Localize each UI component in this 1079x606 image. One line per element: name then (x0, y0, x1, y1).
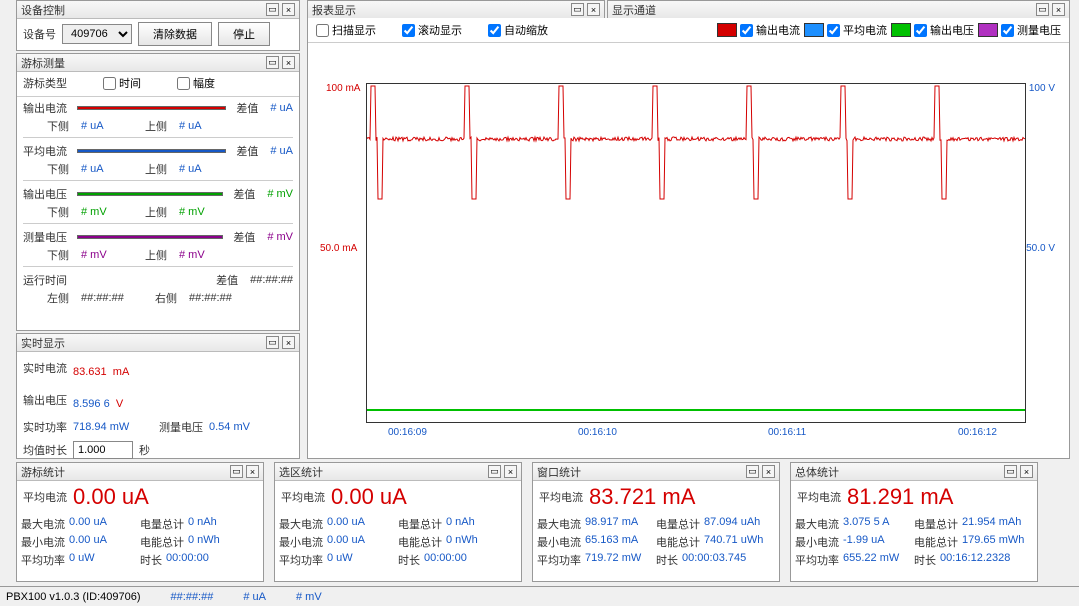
rt-power-value: 718.94 mW (73, 421, 153, 433)
panel-title-stat-1: 选区统计 (279, 464, 323, 480)
stat-avg-current-1: 0.00 uA (331, 484, 407, 510)
rt-mv-value: 0.54 mV (209, 421, 250, 433)
panel-title-chart: 报表显示 (312, 2, 356, 18)
stat-avg-current-3: 81.291 mA (847, 484, 953, 510)
time-checkbox[interactable]: 时间 (103, 75, 141, 91)
legend-输出电流[interactable]: 输出电流 (717, 22, 800, 38)
amp-checkbox[interactable]: 幅度 (177, 75, 215, 91)
status-bar: PBX100 v1.0.3 (ID:409706) ##:##:## # uA … (0, 586, 1079, 606)
auto-checkbox[interactable]: 自动缩放 (488, 22, 548, 38)
chart-plot[interactable] (366, 83, 1026, 423)
restore-icon[interactable]: ▭ (1036, 3, 1049, 16)
close-icon[interactable]: × (282, 3, 295, 16)
scan-checkbox[interactable]: 扫描显示 (316, 22, 376, 38)
close-icon[interactable]: × (282, 56, 295, 69)
restore-icon[interactable]: ▭ (266, 3, 279, 16)
legend-输出电压[interactable]: 输出电压 (891, 22, 974, 38)
close-icon[interactable]: × (246, 465, 259, 478)
status-mv: # mV (296, 591, 322, 603)
stat-avg-current-0: 0.00 uA (73, 484, 149, 510)
rt-current-value: 83.631 mA (73, 355, 129, 381)
restore-icon[interactable]: ▭ (488, 465, 501, 478)
close-icon[interactable]: × (762, 465, 775, 478)
stop-button[interactable]: 停止 (218, 22, 270, 46)
device-id-select[interactable]: 409706 (62, 24, 132, 44)
rt-mv-label: 测量电压 (159, 419, 203, 435)
scroll-checkbox[interactable]: 滚动显示 (402, 22, 462, 38)
panel-title-realtime: 实时显示 (21, 335, 65, 351)
panel-title-cursor: 游标测量 (21, 55, 65, 71)
y1-top: 100 mA (326, 83, 360, 94)
stat-avg-current-2: 83.721 mA (589, 484, 695, 510)
restore-icon[interactable]: ▭ (1004, 465, 1017, 478)
panel-title-device: 设备控制 (21, 2, 65, 18)
y2-mid: 50.0 V (1026, 243, 1055, 254)
device-id-label: 设备号 (23, 26, 56, 42)
close-icon[interactable]: × (282, 336, 295, 349)
panel-title-stat-2: 窗口统计 (537, 464, 581, 480)
cursor-type-label: 游标类型 (23, 75, 67, 91)
rt-power-label: 实时功率 (23, 419, 67, 435)
close-icon[interactable]: × (1052, 3, 1065, 16)
restore-icon[interactable]: ▭ (746, 465, 759, 478)
close-icon[interactable]: × (1020, 465, 1033, 478)
avg-duration-label: 均值时长 (23, 442, 67, 458)
restore-icon[interactable]: ▭ (266, 56, 279, 69)
panel-title-channels: 显示通道 (612, 2, 656, 18)
panel-title-stat-0: 游标统计 (21, 464, 65, 480)
runtime-label: 运行时间 (23, 272, 83, 288)
restore-icon[interactable]: ▭ (571, 3, 584, 16)
legend-测量电压[interactable]: 测量电压 (978, 22, 1061, 38)
close-icon[interactable]: × (504, 465, 517, 478)
restore-icon[interactable]: ▭ (266, 336, 279, 349)
version-label: PBX100 v1.0.3 (ID:409706) (6, 591, 141, 603)
rt-current-label: 实时电流 (23, 360, 67, 376)
rt-voltage-value: 8.596 6 V (73, 387, 123, 413)
close-icon[interactable]: × (587, 3, 600, 16)
panel-title-stat-3: 总体统计 (795, 464, 839, 480)
status-ua: # uA (243, 591, 266, 603)
clear-data-button[interactable]: 清除数据 (138, 22, 212, 46)
legend-平均电流[interactable]: 平均电流 (804, 22, 887, 38)
rt-voltage-label: 输出电压 (23, 392, 67, 408)
restore-icon[interactable]: ▭ (230, 465, 243, 478)
y1-mid: 50.0 mA (320, 243, 357, 254)
status-time: ##:##:## (171, 591, 214, 603)
y2-top: 100 V (1029, 83, 1055, 94)
avg-duration-input[interactable] (73, 441, 133, 459)
